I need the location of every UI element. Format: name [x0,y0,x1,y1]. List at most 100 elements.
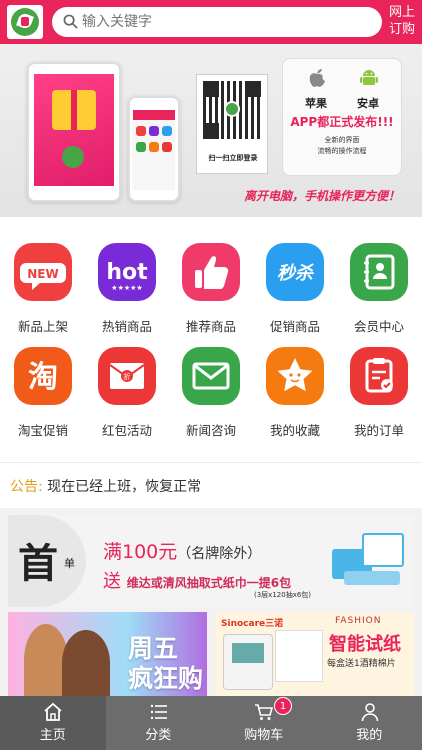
svg-text:折: 折 [124,372,131,381]
phone-app-icon [149,142,159,152]
tissue-box [344,571,400,585]
tab-home[interactable]: 主页 [0,696,106,750]
user-icon [361,703,378,722]
meter-screen [232,643,264,663]
android-icon [360,70,378,85]
friday-label: 周五 [128,634,179,663]
search-input[interactable] [82,7,372,37]
promo-desc: 每盒送1酒精棉片 [327,659,396,669]
gift-icon [52,90,96,130]
cart-count-badge: 1 [274,697,292,715]
announcement-message: 现在已经上班，恢复正常 [47,479,202,495]
grid-item-new-arrivals[interactable]: NEW 新品上架 [0,217,84,334]
tablet-image [27,62,121,202]
model-image [62,630,110,696]
tissue-pack-image [332,525,404,587]
grid-item-red-envelope[interactable]: 折 红包活动 [84,321,168,438]
strip-pack-image [275,630,323,682]
qr-caption: 扫一扫立即登录 [208,154,258,162]
grid-item-my-orders[interactable]: 我的订单 [336,321,420,438]
new-icon: NEW [14,243,72,301]
apple-label: 苹果 [305,97,327,110]
ad-small-char: 单 [64,557,75,570]
svg-text:NEW: NEW [27,267,58,281]
mail-icon [182,347,240,405]
grid-item-member-center[interactable]: 会员中心 [336,217,420,334]
promo-brand: Sinocare三诺 [221,619,284,629]
app-home: 网上订购 扫一扫立即登录 [0,0,422,750]
banner-carousel[interactable]: 扫一扫立即登录 苹果 安卓 APP都正式发布!!! 全新的界面 流畅的操作流程 … [0,44,422,217]
tissue-box [362,533,404,567]
thumbs-up-icon [182,243,240,301]
top-bar: 网上订购 [0,0,422,44]
grid-item-label: 红包活动 [101,423,152,438]
friday-sale-promo[interactable]: 周五 疯狂购 [8,612,207,696]
release-sub-1: 全新的界面 [324,136,360,144]
red-envelope-icon: 折 [98,347,156,405]
taobao-icon: 淘 [14,347,72,405]
hot-icon: hot ★★★★★ [98,243,156,301]
ad-line-3: (3层x120抽x6包) [254,591,312,599]
search-box[interactable] [52,7,382,37]
android-label: 安卓 [357,97,379,110]
tab-label: 主页 [39,728,66,743]
glucose-meter-image [223,634,273,690]
qr-code-card: 扫一扫立即登录 [196,74,268,174]
promo-title: 智能试纸 [329,634,401,655]
tab-category[interactable]: 分类 [106,696,212,750]
svg-text:秒杀: 秒杀 [277,263,314,284]
svg-text:淘: 淘 [28,360,58,395]
app-logo[interactable] [7,5,43,39]
grid-item-promotions[interactable]: 秒杀 促销商品 [252,217,336,334]
tablet-screen [34,74,114,186]
crazy-buy-label: 疯狂购 [128,664,204,693]
grid-item-recommended[interactable]: 推荐商品 [168,217,252,334]
phone-app-icon [162,126,172,136]
grid-item-news[interactable]: 新闻咨询 [168,321,252,438]
svg-text:hot: hot [106,260,148,285]
grid-item-favorites[interactable]: 我的收藏 [252,321,336,438]
logo-mark-icon [21,17,29,26]
tab-label: 购物车 [244,728,284,743]
ad-gift-prefix: 送 [103,571,121,592]
category-grid: NEW 新品上架 hot ★★★★★ 热销商品 推荐商品 秒杀 促销商品 会员中… [0,217,422,462]
qr-logo-icon [224,101,240,117]
tab-cart[interactable]: 1 购物车 [211,696,317,750]
apple-icon [309,69,325,87]
banner-slogan: 离开电脑，手机操作更方便！ [244,189,401,203]
phone-app-icon [136,126,146,136]
grid-item-label: 淘宝促销 [17,423,68,438]
phone-app-icon [149,126,159,136]
release-headline: APP都正式发布!!! [290,115,394,129]
tab-label: 我的 [356,728,383,743]
grid-item-hot-sales[interactable]: hot ★★★★★ 热销商品 [84,217,168,334]
home-icon [44,702,62,721]
ad-gift: 维达或清风抽取式纸巾一提6包 [126,576,292,590]
phone-header-bar [133,110,175,120]
svg-text:★★★★★: ★★★★★ [111,284,142,292]
announcement-bar[interactable]: 公告: 现在已经上班，恢复正常 [0,462,422,508]
phone-screen [133,110,175,190]
announcement-text: 公告: 现在已经上班，恢复正常 [10,476,201,496]
phone-app-icon [162,142,172,152]
ad-exclusion: （名牌除外） [177,546,262,562]
order-icon [350,347,408,405]
app-logo-icon [62,146,84,168]
tab-label: 分类 [145,728,172,743]
release-sub-2: 流畅的操作流程 [317,147,367,155]
cart-icon [255,704,274,720]
phone-app-icon [136,142,146,152]
grid-item-label: 新闻咨询 [185,423,236,438]
test-strip-promo[interactable]: Sinocare三诺 FASHION 智能试纸 每盒送1酒精棉片 [215,612,414,696]
bottom-tab-bar: 主页 分类 1 购物车 我的 [0,696,422,750]
list-icon [150,704,167,720]
ad-threshold: 满100元 [103,541,178,563]
online-order-link[interactable]: 网上订购 [386,4,418,38]
first-order-ad-banner[interactable]: 首 单 满100元（名牌除外） 送 维达或清风抽取式纸巾一提6包 (3层x120… [8,515,414,607]
flash-sale-icon: 秒杀 [266,243,324,301]
promo-fashion: FASHION [335,616,382,626]
phone-image [128,96,180,202]
grid-item-label: 我的收藏 [269,423,320,438]
grid-item-taobao[interactable]: 淘 淘宝促销 [0,321,84,438]
tab-mine[interactable]: 我的 [317,696,422,750]
